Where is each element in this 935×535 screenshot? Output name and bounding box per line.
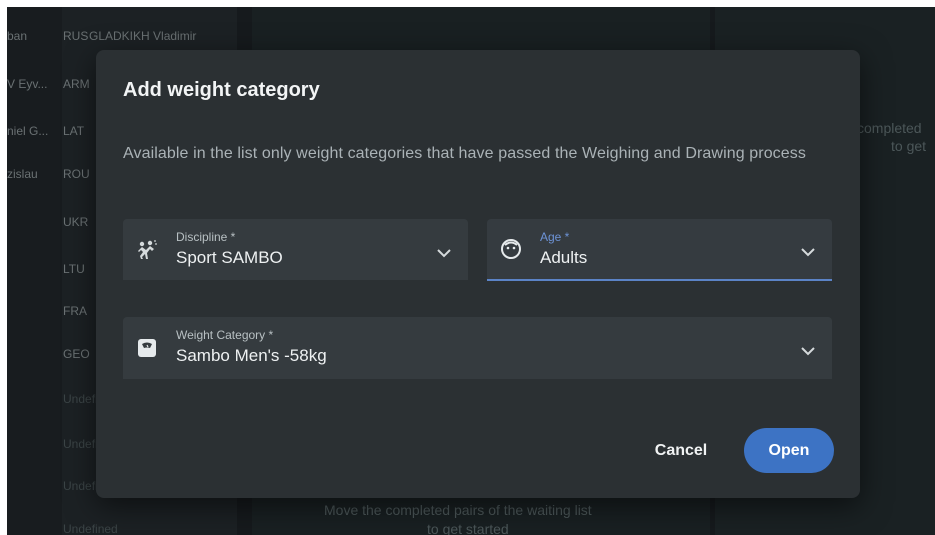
bg-country-5: LTU [63,262,85,276]
bg-middle-text-1: Move the completed pairs of the waiting … [324,502,592,518]
weight-category-select[interactable]: Weight Category * Sambo Men's -58kg [123,317,832,379]
weight-category-value: Sambo Men's -58kg [176,346,327,365]
bg-country-9: Undefi [63,437,98,451]
bg-country-3: ROU [63,167,90,181]
bg-country-11: Undefined [63,522,118,535]
bg-country-1: ARM [63,77,90,91]
bg-country-7: GEO [63,347,90,361]
bg-country-10: Undefi [63,479,98,493]
bg-country-4: UKR [63,215,89,229]
bg-name-1: V Eyv... [7,77,48,91]
discipline-label: Discipline * [176,230,236,244]
dialog-description: Available in the list only weight catego… [123,145,806,162]
bg-name-0: ban [7,29,28,43]
discipline-value: Sport SAMBO [176,248,283,267]
cancel-button[interactable]: Cancel [644,430,718,472]
bg-country-8: Undefi [63,392,98,406]
bg-first-athlete: GLADKIKH Vladimir [89,29,197,43]
weight-category-label: Weight Category * [176,328,274,342]
bg-name-3: zislau [7,167,38,181]
add-weight-category-dialog: Add weight category Available in the lis… [96,50,860,498]
dialog-title: Add weight category [123,79,320,101]
bg-middle-text-2: to get started [427,521,509,535]
chevron-down-icon [800,244,816,257]
bg-country-6: FRA [63,304,87,318]
chevron-down-icon [436,245,452,257]
bg-country-2: LAT [63,124,85,138]
age-value: Adults [540,248,588,267]
bg-right-text-2: to get [891,138,927,154]
weight-scale-icon [135,336,159,360]
bg-name-2: niel G... [7,124,49,138]
chevron-down-icon [800,343,816,356]
bg-country-0: RUS [63,29,89,43]
age-label: Age * [540,230,570,244]
discipline-select[interactable]: Discipline * Sport SAMBO [123,219,468,280]
age-select[interactable]: Age * Adults [487,219,832,281]
bg-right-text-1: completed [857,120,922,136]
face-icon [499,237,523,261]
wrestlers-icon [135,238,159,262]
open-button[interactable]: Open [744,428,834,473]
